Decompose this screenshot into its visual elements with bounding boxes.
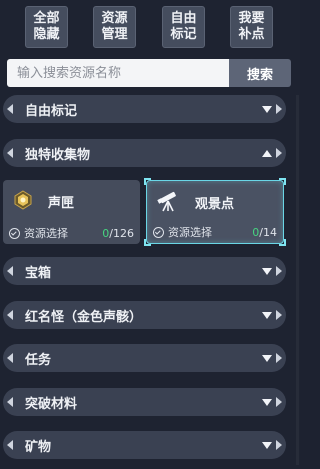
button-label-line1: 我要	[238, 11, 265, 26]
category-label: 矿物	[25, 439, 52, 455]
selection-corner	[144, 178, 151, 185]
button-label-line2: 管理	[101, 27, 128, 42]
free-mark-button[interactable]: 自由 标记	[162, 6, 205, 48]
category-label: 突破材料	[25, 396, 78, 412]
button-label-line1: 自由	[170, 11, 197, 26]
top-toolbar: 全部 隐藏 资源 管理 自由 标记 我要 补点	[0, 0, 300, 56]
search-button[interactable]: 搜索	[229, 59, 291, 87]
resource-select-label[interactable]: 资源选择	[24, 225, 68, 241]
add-point-button[interactable]: 我要 补点	[230, 6, 273, 48]
telescope-icon	[157, 191, 176, 212]
category-unique-collectibles[interactable]: 独特收集物	[3, 139, 286, 167]
resource-manage-button[interactable]: 资源 管理	[93, 6, 136, 48]
total-count: /14	[259, 225, 277, 239]
resource-footer: 资源选择 0/126	[9, 226, 134, 240]
resource-select-label[interactable]: 资源选择	[168, 224, 212, 240]
chevron-down-icon	[258, 102, 276, 116]
total-count: /126	[109, 226, 134, 240]
category-free-marks[interactable]: 自由标记	[3, 95, 286, 123]
category-label: 任务	[25, 352, 52, 368]
resource-footer: 资源选择 0/14	[153, 225, 277, 239]
category-label: 独特收集物	[25, 147, 91, 163]
button-label-line2: 隐藏	[33, 27, 60, 42]
button-label-line1: 全部	[33, 11, 60, 26]
chevron-down-icon	[258, 308, 276, 322]
selection-corner	[144, 239, 151, 246]
category-label: 宝箱	[25, 265, 52, 281]
search-button-label: 搜索	[246, 67, 273, 83]
chevron-up-icon	[258, 146, 276, 160]
category-treasure-chests[interactable]: 宝箱	[3, 257, 286, 285]
search-bar: 搜索	[7, 59, 291, 87]
resource-count: 0/126	[102, 227, 134, 240]
selection-corner	[279, 178, 286, 185]
category-elite-monsters[interactable]: 红名怪（金色声骸）	[3, 301, 286, 329]
resource-card-viewpoint[interactable]: 观景点 资源选择 0/14	[144, 178, 286, 246]
resource-name: 声匣	[48, 196, 75, 211]
hide-all-button[interactable]: 全部 隐藏	[25, 6, 68, 48]
button-label-line2: 标记	[170, 27, 197, 42]
category-ascension-materials[interactable]: 突破材料	[3, 388, 286, 416]
chevron-down-icon	[258, 351, 276, 365]
chevron-down-icon	[258, 264, 276, 278]
chevron-down-icon	[258, 395, 276, 409]
chevron-down-icon	[258, 438, 276, 452]
category-label: 红名怪（金色声骸）	[25, 309, 143, 325]
selection-corner	[279, 239, 286, 246]
button-label-line1: 资源	[101, 11, 128, 26]
scrollbar[interactable]	[296, 95, 299, 465]
category-minerals[interactable]: 矿物	[3, 431, 286, 459]
category-quests[interactable]: 任务	[3, 344, 286, 372]
search-input[interactable]	[7, 59, 229, 87]
button-label-line2: 补点	[238, 27, 265, 42]
check-circle-icon[interactable]	[153, 226, 164, 238]
resource-name: 观景点	[195, 197, 235, 212]
sound-box-icon	[14, 190, 32, 210]
resource-card-sound-box[interactable]: 声匣 资源选择 0/126	[3, 180, 140, 244]
category-label: 自由标记	[25, 103, 78, 119]
resource-count: 0/14	[252, 226, 277, 239]
map-resource-panel: 全部 隐藏 资源 管理 自由 标记 我要 补点 搜索 自由标记 独特收集物	[0, 0, 300, 469]
check-circle-icon[interactable]	[9, 227, 20, 239]
